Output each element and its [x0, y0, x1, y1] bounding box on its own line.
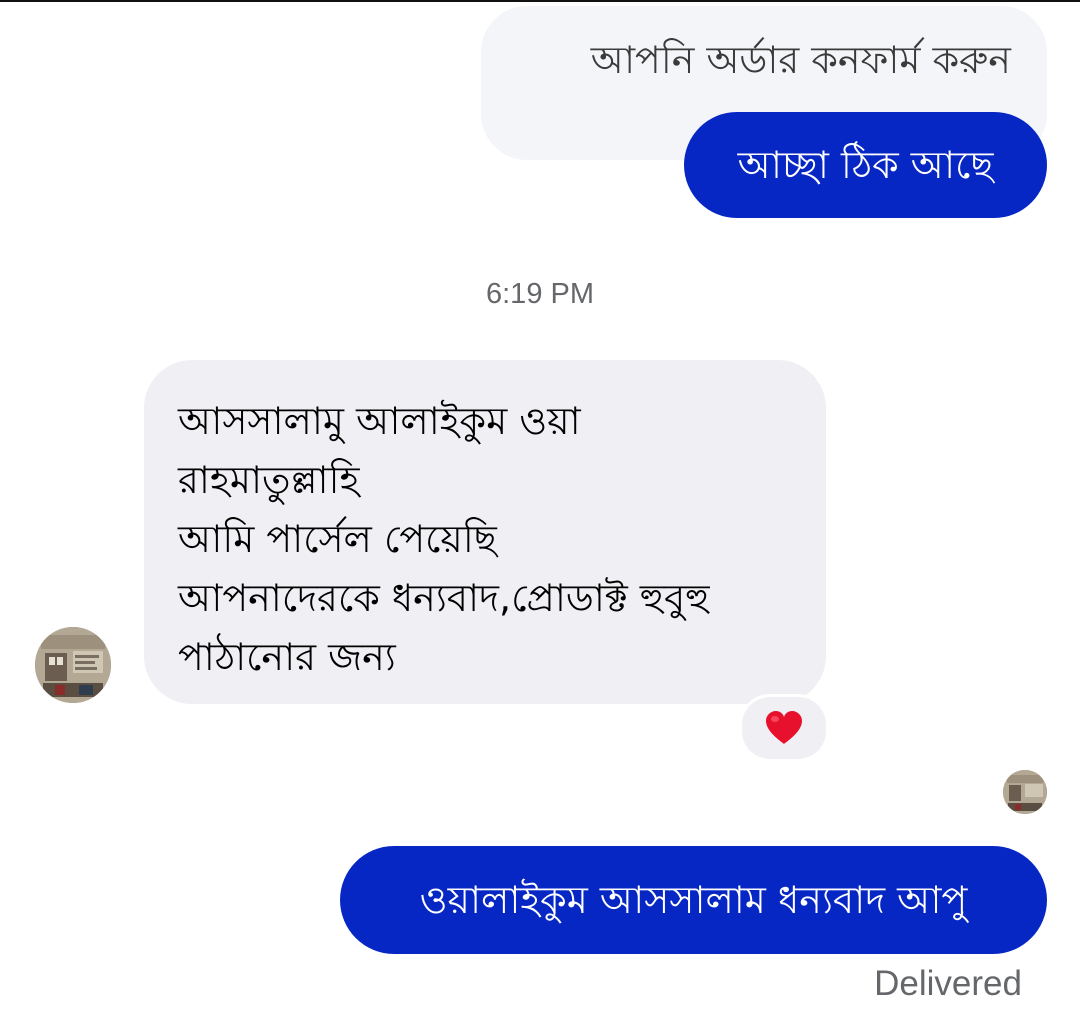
read-receipt-avatar — [1003, 770, 1047, 814]
message-line: আপনাদেরকে ধন্যবাদ,প্রোডাক্ট হুবুহু — [178, 576, 710, 620]
message-line: আমি পার্সেল পেয়েছি — [178, 517, 497, 561]
delivery-status: Delivered — [874, 964, 1022, 1003]
chat-thread: আপনি অর্ডার কনফার্ম করুন আচ্ছা ঠিক আছে 6… — [0, 0, 1080, 1032]
contact-avatar[interactable] — [35, 627, 111, 703]
timestamp-divider: 6:19 PM — [486, 278, 594, 310]
message-text: আচ্ছা ঠিক আছে — [737, 143, 994, 187]
message-text: আপনি অর্ডার কনফার্ম করুন — [590, 38, 1011, 82]
message-text: ওয়ালাইকুম আসসালাম ধন্যবাদ আপু — [419, 878, 968, 922]
message-line: রাহমাতুল্লাহি — [178, 458, 360, 502]
incoming-message-bubble[interactable]: আসসালামু আলাইকুম ওয়া রাহমাতুল্লাহি আমি … — [144, 360, 826, 704]
message-reaction[interactable] — [739, 694, 829, 762]
heart-icon — [766, 711, 802, 744]
avatar-image — [35, 627, 111, 703]
message-line: পাঠানোর জন্য — [178, 635, 396, 679]
outgoing-message-bubble[interactable]: ওয়ালাইকুম আসসালাম ধন্যবাদ আপু — [340, 846, 1047, 954]
avatar-image — [1003, 770, 1047, 814]
top-divider — [0, 0, 1080, 2]
outgoing-message-bubble[interactable]: আচ্ছা ঠিক আছে — [684, 112, 1047, 218]
message-line: আসসালামু আলাইকুম ওয়া — [178, 399, 581, 443]
